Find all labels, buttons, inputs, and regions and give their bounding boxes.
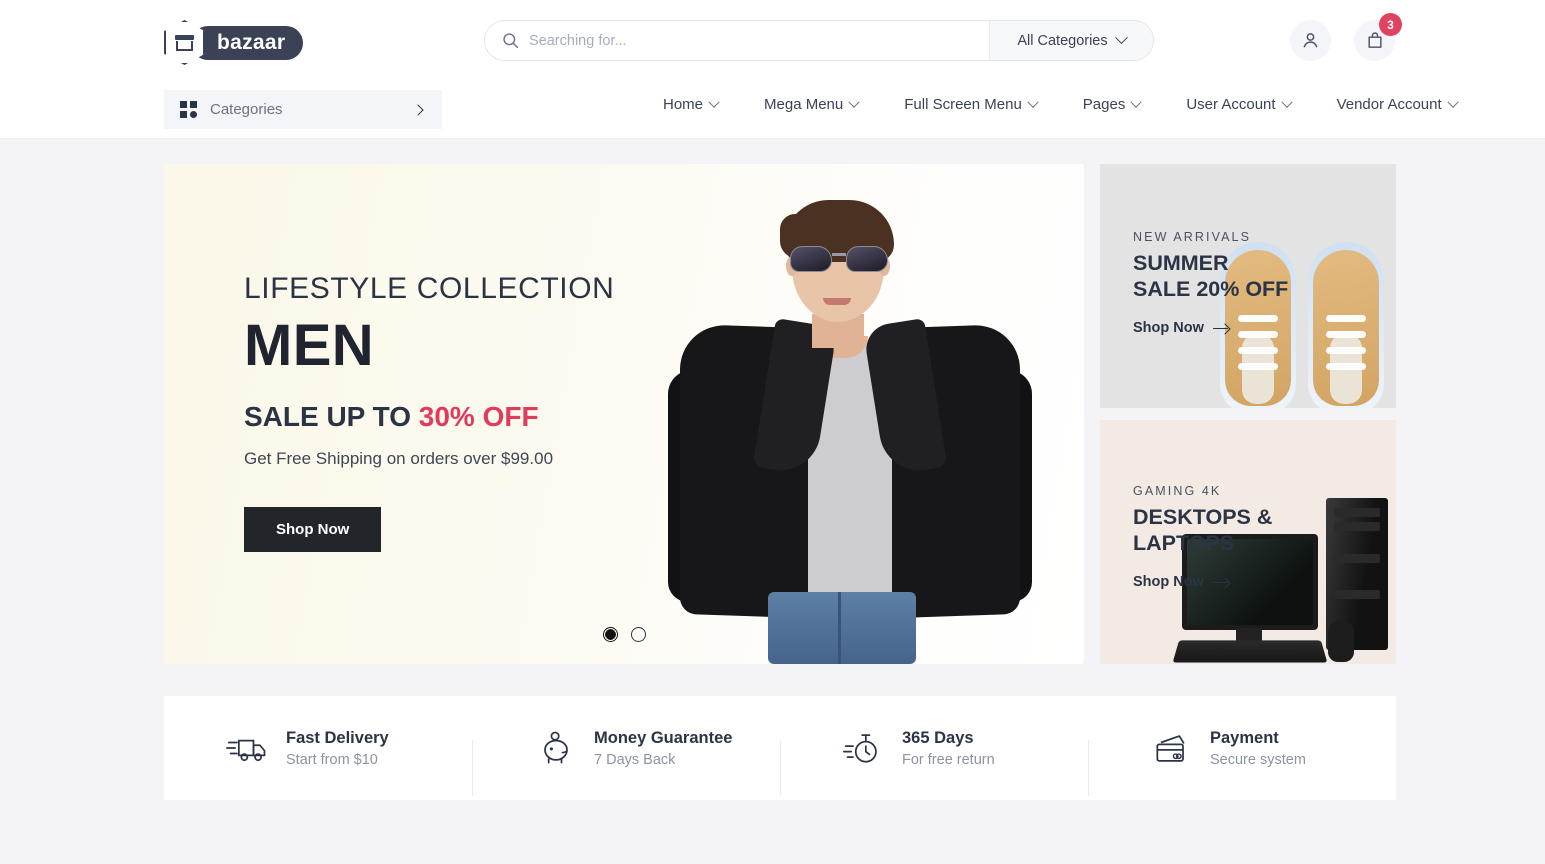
nav-item-full-screen-menu[interactable]: Full Screen Menu: [881, 96, 1060, 113]
hero-sale-line: SALE UP TO 30% OFF: [244, 401, 614, 433]
hero-subtitle: LIFESTYLE COLLECTION: [244, 272, 615, 305]
stopwatch-icon: [842, 734, 877, 763]
shop-hexagon-icon: [164, 20, 205, 65]
banner-copy: GAMING 4K DESKTOPS & LAPTOPS Shop Now: [1133, 484, 1272, 590]
chevron-right-icon: [412, 103, 424, 116]
nav-item-label: Pages: [1082, 96, 1126, 113]
brand-name-pill: bazaar: [191, 25, 304, 60]
nav-item-label: Mega Menu: [764, 96, 844, 113]
hero-shop-now-button[interactable]: Shop Now: [244, 507, 382, 552]
user-icon: [1303, 33, 1318, 48]
search-bar[interactable]: All Categories: [484, 20, 1154, 61]
promo-banner-new-arrivals[interactable]: NEW ARRIVALS SUMMER SALE 20% OFF Shop No…: [1100, 164, 1396, 408]
credit-card-icon: [1156, 735, 1185, 762]
service-title: 365 Days: [902, 728, 974, 747]
chevron-down-icon: [848, 96, 860, 108]
service-fast-delivery: Fast Delivery Start from $10: [164, 728, 472, 768]
carousel-dots: [603, 627, 646, 642]
header-bar: bazaar All Categories: [0, 0, 1545, 80]
nav-item-label: Home: [663, 96, 704, 113]
banner-title-line1: DESKTOPS &: [1133, 505, 1273, 529]
delivery-truck-icon: [226, 739, 266, 762]
service-payment: Payment Secure system: [1088, 728, 1396, 796]
search-input[interactable]: [529, 21, 989, 60]
shopping-bag-icon: [1367, 32, 1382, 48]
main-menu: Home Mega Menu Full Screen Menu Pages Us…: [640, 96, 1480, 113]
nav-item-vendor-account[interactable]: Vendor Account: [1314, 96, 1480, 113]
nav-item-home[interactable]: Home: [640, 96, 741, 113]
nav-item-pages[interactable]: Pages: [1060, 96, 1164, 113]
nav-item-user-account[interactable]: User Account: [1163, 96, 1313, 113]
storefront-page: bazaar All Categories: [0, 0, 1545, 864]
chevron-down-icon: [708, 96, 720, 108]
grid-icon: [180, 101, 197, 118]
service-subtitle: Secure system: [1210, 751, 1306, 768]
service-365-days: 365 Days For free return: [780, 728, 1088, 796]
banner-title: SUMMER SALE 20% OFF: [1133, 250, 1288, 302]
hero-carousel: LIFESTYLE COLLECTION MEN SALE UP TO 30% …: [164, 164, 1084, 664]
chevron-down-icon: [1130, 96, 1143, 108]
service-subtitle: 7 Days Back: [594, 751, 676, 768]
hero-sale-prefix: SALE UP TO: [244, 401, 419, 432]
banner-shop-now-link[interactable]: Shop Now: [1133, 320, 1288, 336]
banner-eyebrow: GAMING 4K: [1133, 484, 1222, 498]
banner-copy: NEW ARRIVALS SUMMER SALE 20% OFF Shop No…: [1133, 230, 1288, 336]
nav-item-label: User Account: [1186, 96, 1276, 113]
account-button[interactable]: [1290, 20, 1331, 61]
nav-item-mega-menu[interactable]: Mega Menu: [741, 96, 881, 113]
hero-sale-highlight: 30% OFF: [418, 401, 539, 432]
hero-copy: LIFESTYLE COLLECTION MEN SALE UP TO 30% …: [244, 272, 614, 552]
banner-title-line2: LAPTOPS: [1133, 531, 1235, 555]
service-title: Money Guarantee: [594, 728, 733, 747]
hero-model-image: [660, 194, 1040, 664]
service-title: Payment: [1210, 728, 1279, 747]
banner-shop-now-link[interactable]: Shop Now: [1133, 574, 1272, 590]
carousel-dot-1[interactable]: [603, 627, 618, 642]
hero-title: MEN: [244, 313, 375, 378]
nav-item-label: Vendor Account: [1336, 96, 1442, 113]
banner-title: DESKTOPS & LAPTOPS: [1133, 504, 1272, 556]
banner-link-label: Shop Now: [1133, 574, 1204, 590]
service-title: Fast Delivery: [286, 728, 389, 747]
brand-name: bazaar: [217, 30, 286, 54]
chevron-down-icon: [1027, 96, 1039, 108]
chevron-down-icon: [1446, 96, 1459, 108]
chevron-down-icon: [1280, 96, 1293, 108]
cart-badge: 3: [1379, 13, 1402, 36]
search-icon: [502, 32, 519, 49]
categories-button-label: Categories: [210, 101, 283, 118]
piggy-bank-icon: [544, 731, 568, 764]
nav-item-label: Full Screen Menu: [904, 96, 1022, 113]
hero-shipping-note: Get Free Shipping on orders over $99.00: [244, 449, 554, 468]
cart-button[interactable]: 3: [1354, 13, 1402, 61]
carousel-dot-2[interactable]: [631, 627, 646, 642]
service-features-bar: Fast Delivery Start from $10 Money Guara…: [164, 696, 1396, 800]
chevron-down-icon: [1114, 31, 1128, 45]
banner-link-label: Shop Now: [1133, 320, 1204, 336]
categories-button[interactable]: Categories: [164, 90, 442, 129]
banner-eyebrow: NEW ARRIVALS: [1133, 230, 1252, 244]
brand-logo[interactable]: bazaar: [164, 20, 304, 65]
service-subtitle: Start from $10: [286, 751, 378, 768]
banner-title-line1: SUMMER: [1133, 251, 1229, 275]
promo-banner-gaming[interactable]: GAMING 4K DESKTOPS & LAPTOPS Shop Now: [1100, 420, 1396, 664]
category-select[interactable]: All Categories: [989, 21, 1153, 60]
arrow-right-icon: [1212, 578, 1229, 587]
banner-title-line2: SALE 20% OFF: [1133, 277, 1289, 301]
service-money-guarantee: Money Guarantee 7 Days Back: [472, 728, 780, 796]
service-subtitle: For free return: [902, 751, 995, 768]
category-select-label: All Categories: [1017, 32, 1108, 49]
arrow-right-icon: [1212, 324, 1229, 333]
